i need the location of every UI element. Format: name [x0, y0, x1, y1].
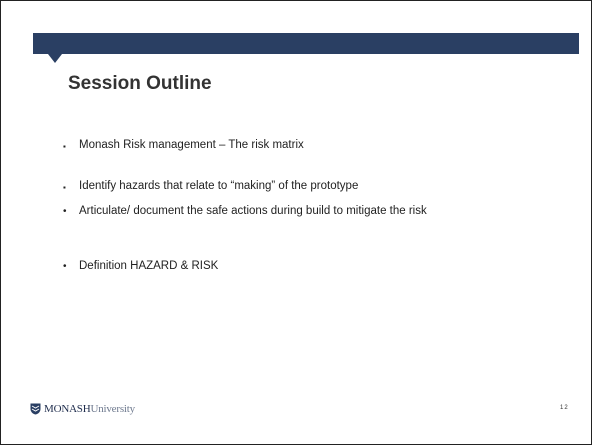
bullet-item: ▪ Identify hazards that relate to “makin…: [61, 179, 499, 194]
bullet-marker: ▪: [63, 183, 66, 192]
bullet-item: ▪ Monash Risk management – The risk matr…: [61, 138, 479, 153]
monash-logo: MONASHUniversity: [30, 402, 135, 416]
logo-text-bold: MONASH: [44, 403, 91, 415]
header-bar: [33, 33, 579, 54]
slide: Session Outline ▪ Monash Risk management…: [0, 0, 592, 445]
bullet-marker: •: [63, 206, 67, 217]
shield-icon: [30, 403, 41, 415]
bullet-item: • Articulate/ document the safe actions …: [61, 204, 459, 219]
bullet-item: • Definition HAZARD & RISK: [61, 259, 479, 274]
bullet-text: Articulate/ document the safe actions du…: [79, 205, 427, 217]
slide-title: Session Outline: [68, 73, 212, 94]
bullet-marker: •: [63, 261, 67, 272]
header-notch: [48, 54, 62, 63]
bullet-text: Monash Risk management – The risk matrix: [79, 139, 304, 151]
logo-text: MONASHUniversity: [44, 403, 135, 415]
page-number: 12: [560, 405, 569, 411]
bullet-text: Definition HAZARD & RISK: [79, 260, 219, 272]
bullet-marker: ▪: [63, 142, 66, 151]
bullet-text: Identify hazards that relate to “making”…: [79, 180, 359, 192]
logo-text-light: University: [90, 403, 135, 415]
